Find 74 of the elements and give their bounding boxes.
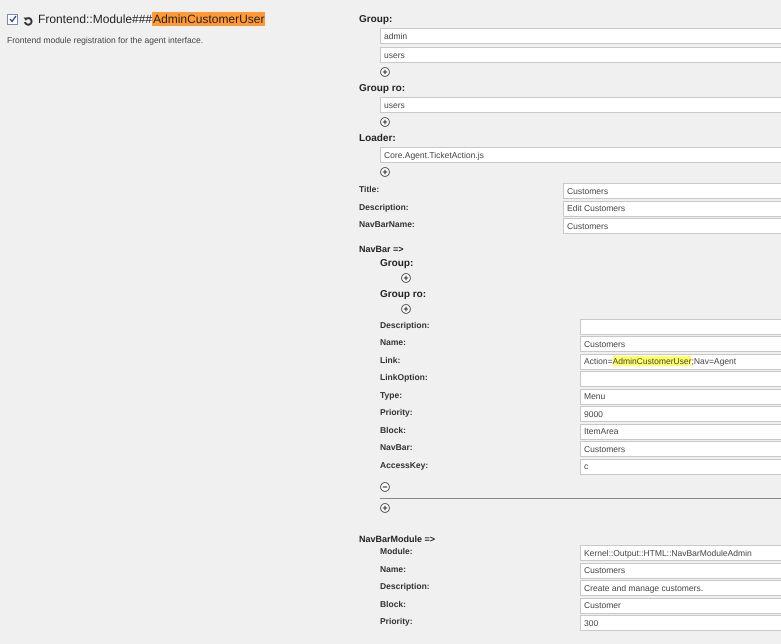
field-value: ItemArea	[584, 426, 618, 437]
field-label: Name:	[380, 562, 407, 574]
field-label: Module:	[380, 545, 414, 557]
field-value: Customers	[567, 220, 608, 232]
field-value: Customer	[584, 600, 621, 611]
field-label: Description:	[359, 200, 410, 212]
text-field[interactable]: Edit Customers	[563, 200, 781, 216]
field-value: Core.Agent.TicketAction.js	[384, 148, 484, 162]
text-field[interactable]: ItemArea	[580, 424, 781, 440]
text-field[interactable]: users	[380, 97, 781, 113]
field-value: Customers	[584, 338, 626, 350]
field-label: Description:	[380, 318, 431, 330]
field-label: Link:	[380, 354, 402, 366]
setting-name: Frontend::Module###AdminCustomerUser	[38, 11, 266, 28]
text-field[interactable]: Kernel::Output::HTML::NavBarModuleAdmin	[580, 545, 781, 561]
text-field[interactable]: Menu	[580, 388, 781, 404]
setting-description: Frontend module registration for the agent interface.	[7, 34, 204, 47]
section-label: Group:	[380, 256, 414, 270]
field-value: users	[384, 48, 405, 62]
field-label: Block:	[380, 598, 407, 610]
field-value: c	[584, 461, 588, 472]
field-label: Type:	[380, 388, 404, 400]
text-field[interactable]: Customers	[580, 336, 781, 352]
text-field[interactable]: Customers	[563, 218, 781, 234]
add-icon[interactable]	[380, 67, 390, 77]
add-icon[interactable]	[401, 272, 411, 282]
field-value: Menu	[584, 391, 606, 402]
field-label: Priority:	[380, 406, 414, 418]
add-icon[interactable]	[401, 304, 411, 314]
section-label: Group ro:	[380, 288, 428, 302]
field-label: Name:	[380, 336, 407, 348]
field-value: Customers	[584, 565, 626, 576]
section-label: Group ro:	[359, 82, 406, 96]
field-label: Title:	[359, 183, 380, 195]
field-value: Edit Customers	[567, 203, 626, 214]
field-value: Create and manage customers.	[584, 582, 704, 594]
section-heading: NavBarModule =>	[359, 533, 436, 545]
text-field[interactable]: Core.Agent.TicketAction.js	[380, 147, 781, 163]
field-label: Priority:	[380, 615, 414, 627]
text-field[interactable]: Customers	[580, 562, 781, 578]
text-field[interactable]: Create and manage customers.	[580, 580, 781, 596]
text-field[interactable]: Customers	[563, 183, 781, 199]
text-field[interactable]: c	[580, 458, 781, 474]
text-field[interactable]	[580, 318, 781, 334]
text-field[interactable]: admin	[380, 28, 781, 44]
text-field[interactable]: users	[380, 47, 781, 63]
field-value: Customers	[567, 186, 608, 196]
text-field[interactable]: 9000	[580, 406, 781, 422]
section-heading: NavBar =>	[359, 242, 405, 256]
check-icon	[8, 15, 16, 23]
field-value: users	[384, 98, 405, 112]
text-field[interactable]: Customers	[580, 441, 781, 457]
field-value: 9000	[584, 408, 603, 420]
field-label: NavBarName:	[359, 218, 416, 230]
add-icon[interactable]	[380, 503, 390, 513]
remove-icon[interactable]	[380, 482, 390, 492]
field-value: admin	[384, 30, 408, 42]
text-field[interactable]: Customer	[580, 598, 781, 614]
field-value: Customers	[584, 444, 626, 454]
checkbox[interactable]	[7, 14, 18, 24]
field-value: 300	[584, 618, 598, 628]
reset-icon[interactable]	[23, 16, 33, 26]
field-label: Description:	[380, 580, 431, 592]
field-label: LinkOption:	[380, 371, 429, 383]
text-field[interactable]: 300	[580, 615, 781, 631]
field-label: NavBar:	[380, 441, 414, 453]
field-label: AccessKey:	[380, 458, 430, 470]
text-field[interactable]	[580, 371, 781, 387]
add-icon[interactable]	[380, 167, 390, 177]
section-label: Group:	[359, 13, 394, 27]
field-label: Block:	[380, 424, 407, 436]
field-value: Kernel::Output::HTML::NavBarModuleAdmin	[584, 548, 752, 558]
section-label: Loader:	[359, 132, 397, 146]
add-icon[interactable]	[380, 117, 390, 127]
